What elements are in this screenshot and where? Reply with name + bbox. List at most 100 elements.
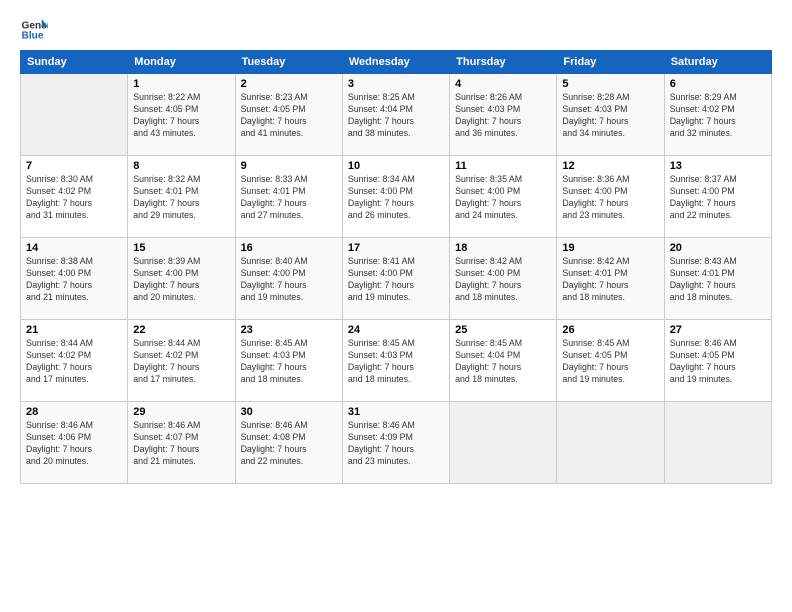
day-info: Sunrise: 8:46 AM Sunset: 4:06 PM Dayligh… [26, 420, 122, 468]
day-number: 18 [455, 242, 551, 254]
day-number: 16 [241, 242, 337, 254]
day-number: 4 [455, 78, 551, 90]
calendar-cell: 27Sunrise: 8:46 AM Sunset: 4:05 PM Dayli… [664, 320, 771, 402]
calendar-cell: 13Sunrise: 8:37 AM Sunset: 4:00 PM Dayli… [664, 156, 771, 238]
col-header-friday: Friday [557, 51, 664, 74]
day-info: Sunrise: 8:30 AM Sunset: 4:02 PM Dayligh… [26, 174, 122, 222]
calendar-cell [450, 402, 557, 484]
day-number: 26 [562, 324, 658, 336]
day-number: 29 [133, 406, 229, 418]
calendar-cell: 22 Sunrise: 8:44 AM Sunset: 4:02 PM Dayli… [128, 320, 235, 402]
day-info: Sunrise: 8:36 AM Sunset: 4:00 PM Dayligh… [562, 174, 658, 222]
day-info: Sunrise: 8:32 AM Sunset: 4:01 PM Dayligh… [133, 174, 229, 222]
day-number: 30 [241, 406, 337, 418]
day-info: Sunrise: 8:46 AM Sunset: 4:08 PM Dayligh… [241, 420, 337, 468]
day-info: Sunrise: 8:42 AM Sunset: 4:00 PM Dayligh… [455, 256, 551, 304]
col-header-tuesday: Tuesday [235, 51, 342, 74]
col-header-monday: Monday [128, 51, 235, 74]
svg-text:Blue: Blue [22, 31, 44, 42]
calendar-cell: 11Sunrise: 8:35 AM Sunset: 4:00 PM Dayli… [450, 156, 557, 238]
day-number: 28 [26, 406, 122, 418]
calendar-cell: 31 Sunrise: 8:46 AM Sunset: 4:09 PM Dayli… [342, 402, 449, 484]
day-number: 14 [26, 242, 122, 254]
day-info: Sunrise: 8:35 AM Sunset: 4:00 PM Dayligh… [455, 174, 551, 222]
calendar-cell: 5 Sunrise: 8:28 AM Sunset: 4:03 PM Daylig… [557, 74, 664, 156]
day-info: Sunrise: 8:46 AM Sunset: 4:07 PM Dayligh… [133, 420, 229, 468]
day-number: 3 [348, 78, 444, 90]
day-number: 7 [26, 160, 122, 172]
calendar-cell: 19 Sunrise: 8:42 AM Sunset: 4:01 PM Dayli… [557, 238, 664, 320]
day-number: 9 [241, 160, 337, 172]
calendar-cell: 12 Sunrise: 8:36 AM Sunset: 4:00 PM Dayli… [557, 156, 664, 238]
day-info: Sunrise: 8:46 AM Sunset: 4:05 PM Dayligh… [670, 338, 766, 386]
calendar-cell: 6 Sunrise: 8:29 AM Sunset: 4:02 PM Daylig… [664, 74, 771, 156]
calendar-cell: 14 Sunrise: 8:38 AM Sunset: 4:00 PM Dayli… [21, 238, 128, 320]
day-number: 6 [670, 78, 766, 90]
day-info: Sunrise: 8:28 AM Sunset: 4:03 PM Dayligh… [562, 92, 658, 140]
calendar-cell [21, 74, 128, 156]
day-info: Sunrise: 8:38 AM Sunset: 4:00 PM Dayligh… [26, 256, 122, 304]
day-number: 5 [562, 78, 658, 90]
calendar-cell: 15 Sunrise: 8:39 AM Sunset: 4:00 PM Dayli… [128, 238, 235, 320]
day-info: Sunrise: 8:26 AM Sunset: 4:03 PM Dayligh… [455, 92, 551, 140]
col-header-wednesday: Wednesday [342, 51, 449, 74]
calendar-cell: 30 Sunrise: 8:46 AM Sunset: 4:08 PM Dayli… [235, 402, 342, 484]
calendar-cell: 3 Sunrise: 8:25 AM Sunset: 4:04 PM Daylig… [342, 74, 449, 156]
day-info: Sunrise: 8:41 AM Sunset: 4:00 PM Dayligh… [348, 256, 444, 304]
day-info: Sunrise: 8:34 AM Sunset: 4:00 PM Dayligh… [348, 174, 444, 222]
day-number: 21 [26, 324, 122, 336]
calendar-cell: 4 Sunrise: 8:26 AM Sunset: 4:03 PM Daylig… [450, 74, 557, 156]
day-number: 8 [133, 160, 229, 172]
calendar-cell: 23Sunrise: 8:45 AM Sunset: 4:03 PM Dayli… [235, 320, 342, 402]
calendar-cell [557, 402, 664, 484]
day-info: Sunrise: 8:37 AM Sunset: 4:00 PM Dayligh… [670, 174, 766, 222]
calendar-table: SundayMondayTuesdayWednesdayThursdayFrid… [20, 50, 772, 484]
day-info: Sunrise: 8:23 AM Sunset: 4:05 PM Dayligh… [241, 92, 337, 140]
day-info: Sunrise: 8:29 AM Sunset: 4:02 PM Dayligh… [670, 92, 766, 140]
day-info: Sunrise: 8:42 AM Sunset: 4:01 PM Dayligh… [562, 256, 658, 304]
week-row-3: 14 Sunrise: 8:38 AM Sunset: 4:00 PM Dayli… [21, 238, 772, 320]
logo: General Blue [20, 16, 48, 44]
calendar-cell: 29 Sunrise: 8:46 AM Sunset: 4:07 PM Dayli… [128, 402, 235, 484]
calendar-cell [664, 402, 771, 484]
day-number: 17 [348, 242, 444, 254]
day-info: Sunrise: 8:43 AM Sunset: 4:01 PM Dayligh… [670, 256, 766, 304]
day-number: 31 [348, 406, 444, 418]
day-number: 10 [348, 160, 444, 172]
day-number: 20 [670, 242, 766, 254]
day-info: Sunrise: 8:33 AM Sunset: 4:01 PM Dayligh… [241, 174, 337, 222]
day-info: Sunrise: 8:46 AM Sunset: 4:09 PM Dayligh… [348, 420, 444, 468]
calendar-cell: 24 Sunrise: 8:45 AM Sunset: 4:03 PM Dayli… [342, 320, 449, 402]
week-row-1: 1 Sunrise: 8:22 AM Sunset: 4:05 PM Daylig… [21, 74, 772, 156]
calendar-cell: 9 Sunrise: 8:33 AM Sunset: 4:01 PM Daylig… [235, 156, 342, 238]
calendar-cell: 25 Sunrise: 8:45 AM Sunset: 4:04 PM Dayli… [450, 320, 557, 402]
day-number: 25 [455, 324, 551, 336]
day-info: Sunrise: 8:44 AM Sunset: 4:02 PM Dayligh… [26, 338, 122, 386]
day-number: 23 [241, 324, 337, 336]
header: General Blue [20, 16, 772, 44]
calendar-cell: 10 Sunrise: 8:34 AM Sunset: 4:00 PM Dayli… [342, 156, 449, 238]
day-info: Sunrise: 8:45 AM Sunset: 4:03 PM Dayligh… [348, 338, 444, 386]
logo-icon: General Blue [20, 16, 48, 44]
day-number: 19 [562, 242, 658, 254]
day-info: Sunrise: 8:40 AM Sunset: 4:00 PM Dayligh… [241, 256, 337, 304]
page: General Blue SundayMondayTuesdayWednesda… [0, 0, 792, 612]
header-row: SundayMondayTuesdayWednesdayThursdayFrid… [21, 51, 772, 74]
day-number: 15 [133, 242, 229, 254]
day-number: 24 [348, 324, 444, 336]
calendar-cell: 2Sunrise: 8:23 AM Sunset: 4:05 PM Daylig… [235, 74, 342, 156]
calendar-cell: 28 Sunrise: 8:46 AM Sunset: 4:06 PM Dayli… [21, 402, 128, 484]
day-number: 12 [562, 160, 658, 172]
week-row-2: 7 Sunrise: 8:30 AM Sunset: 4:02 PM Daylig… [21, 156, 772, 238]
day-info: Sunrise: 8:25 AM Sunset: 4:04 PM Dayligh… [348, 92, 444, 140]
day-info: Sunrise: 8:45 AM Sunset: 4:04 PM Dayligh… [455, 338, 551, 386]
day-info: Sunrise: 8:44 AM Sunset: 4:02 PM Dayligh… [133, 338, 229, 386]
week-row-5: 28 Sunrise: 8:46 AM Sunset: 4:06 PM Dayli… [21, 402, 772, 484]
calendar-cell: 26Sunrise: 8:45 AM Sunset: 4:05 PM Dayli… [557, 320, 664, 402]
day-number: 1 [133, 78, 229, 90]
calendar-cell: 8 Sunrise: 8:32 AM Sunset: 4:01 PM Daylig… [128, 156, 235, 238]
day-info: Sunrise: 8:39 AM Sunset: 4:00 PM Dayligh… [133, 256, 229, 304]
day-number: 22 [133, 324, 229, 336]
calendar-cell: 20 Sunrise: 8:43 AM Sunset: 4:01 PM Dayli… [664, 238, 771, 320]
day-info: Sunrise: 8:22 AM Sunset: 4:05 PM Dayligh… [133, 92, 229, 140]
